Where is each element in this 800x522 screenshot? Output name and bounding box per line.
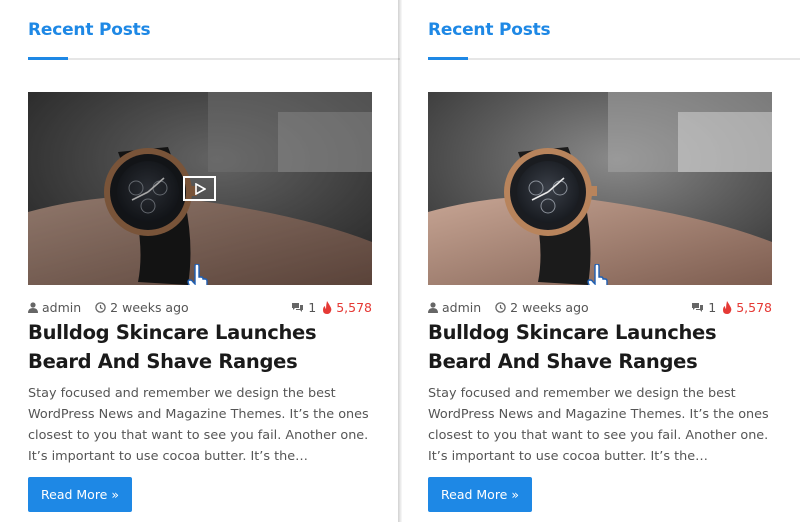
author-link[interactable]: admin (428, 300, 481, 315)
recent-posts-widget-hover: Recent Posts admin 2 weeks ago 1 5,578 B… (0, 0, 400, 522)
recent-posts-widget-normal: Recent Posts admin 2 weeks ago 1 5,578 B… (400, 0, 800, 522)
title-accent-bar (28, 57, 68, 60)
view-count: 5,578 (322, 300, 372, 315)
view-count: 5,578 (722, 300, 772, 315)
hand-cursor-icon (587, 264, 608, 285)
clock-icon (95, 301, 106, 313)
play-icon[interactable] (183, 176, 216, 201)
read-more-button[interactable]: Read More » (28, 477, 132, 512)
hand-cursor-icon (187, 264, 208, 285)
widget-title: Recent Posts (28, 20, 151, 40)
post-thumbnail[interactable] (28, 92, 372, 285)
author-link[interactable]: admin (28, 300, 81, 315)
user-icon (28, 301, 38, 313)
post-excerpt: Stay focused and remember we design the … (28, 386, 369, 464)
post-thumbnail[interactable] (428, 92, 772, 285)
title-divider (428, 58, 800, 60)
post-meta: admin 2 weeks ago 1 5,578 (28, 298, 372, 316)
read-more-button[interactable]: Read More » (428, 477, 532, 512)
clock-icon (495, 301, 506, 313)
title-accent-bar (428, 57, 468, 60)
post-date: 2 weeks ago (495, 300, 589, 315)
date-text: 2 weeks ago (110, 299, 189, 315)
post-excerpt: Stay focused and remember we design the … (428, 386, 769, 464)
comment-count-text: 1 (708, 299, 717, 315)
post-title-link[interactable]: Bulldog Skincare Launches Beard And Shav… (428, 318, 772, 376)
comment-count-text: 1 (308, 299, 317, 315)
user-icon (428, 301, 438, 313)
comment-count[interactable]: 1 (291, 300, 316, 315)
widget-title: Recent Posts (428, 20, 551, 40)
comment-icon (691, 302, 704, 313)
view-count-text: 5,578 (736, 299, 772, 315)
fire-icon (322, 300, 332, 314)
post-date: 2 weeks ago (95, 300, 189, 315)
comment-icon (291, 302, 304, 313)
fire-icon (722, 300, 732, 314)
post-title-link[interactable]: Bulldog Skincare Launches Beard And Shav… (28, 318, 372, 376)
post-meta: admin 2 weeks ago 1 5,578 (428, 298, 772, 316)
view-count-text: 5,578 (336, 299, 372, 315)
author-name: admin (442, 299, 482, 315)
panel-divider (398, 0, 402, 522)
author-name: admin (42, 299, 82, 315)
comment-count[interactable]: 1 (691, 300, 716, 315)
date-text: 2 weeks ago (510, 299, 589, 315)
title-divider (28, 58, 400, 60)
